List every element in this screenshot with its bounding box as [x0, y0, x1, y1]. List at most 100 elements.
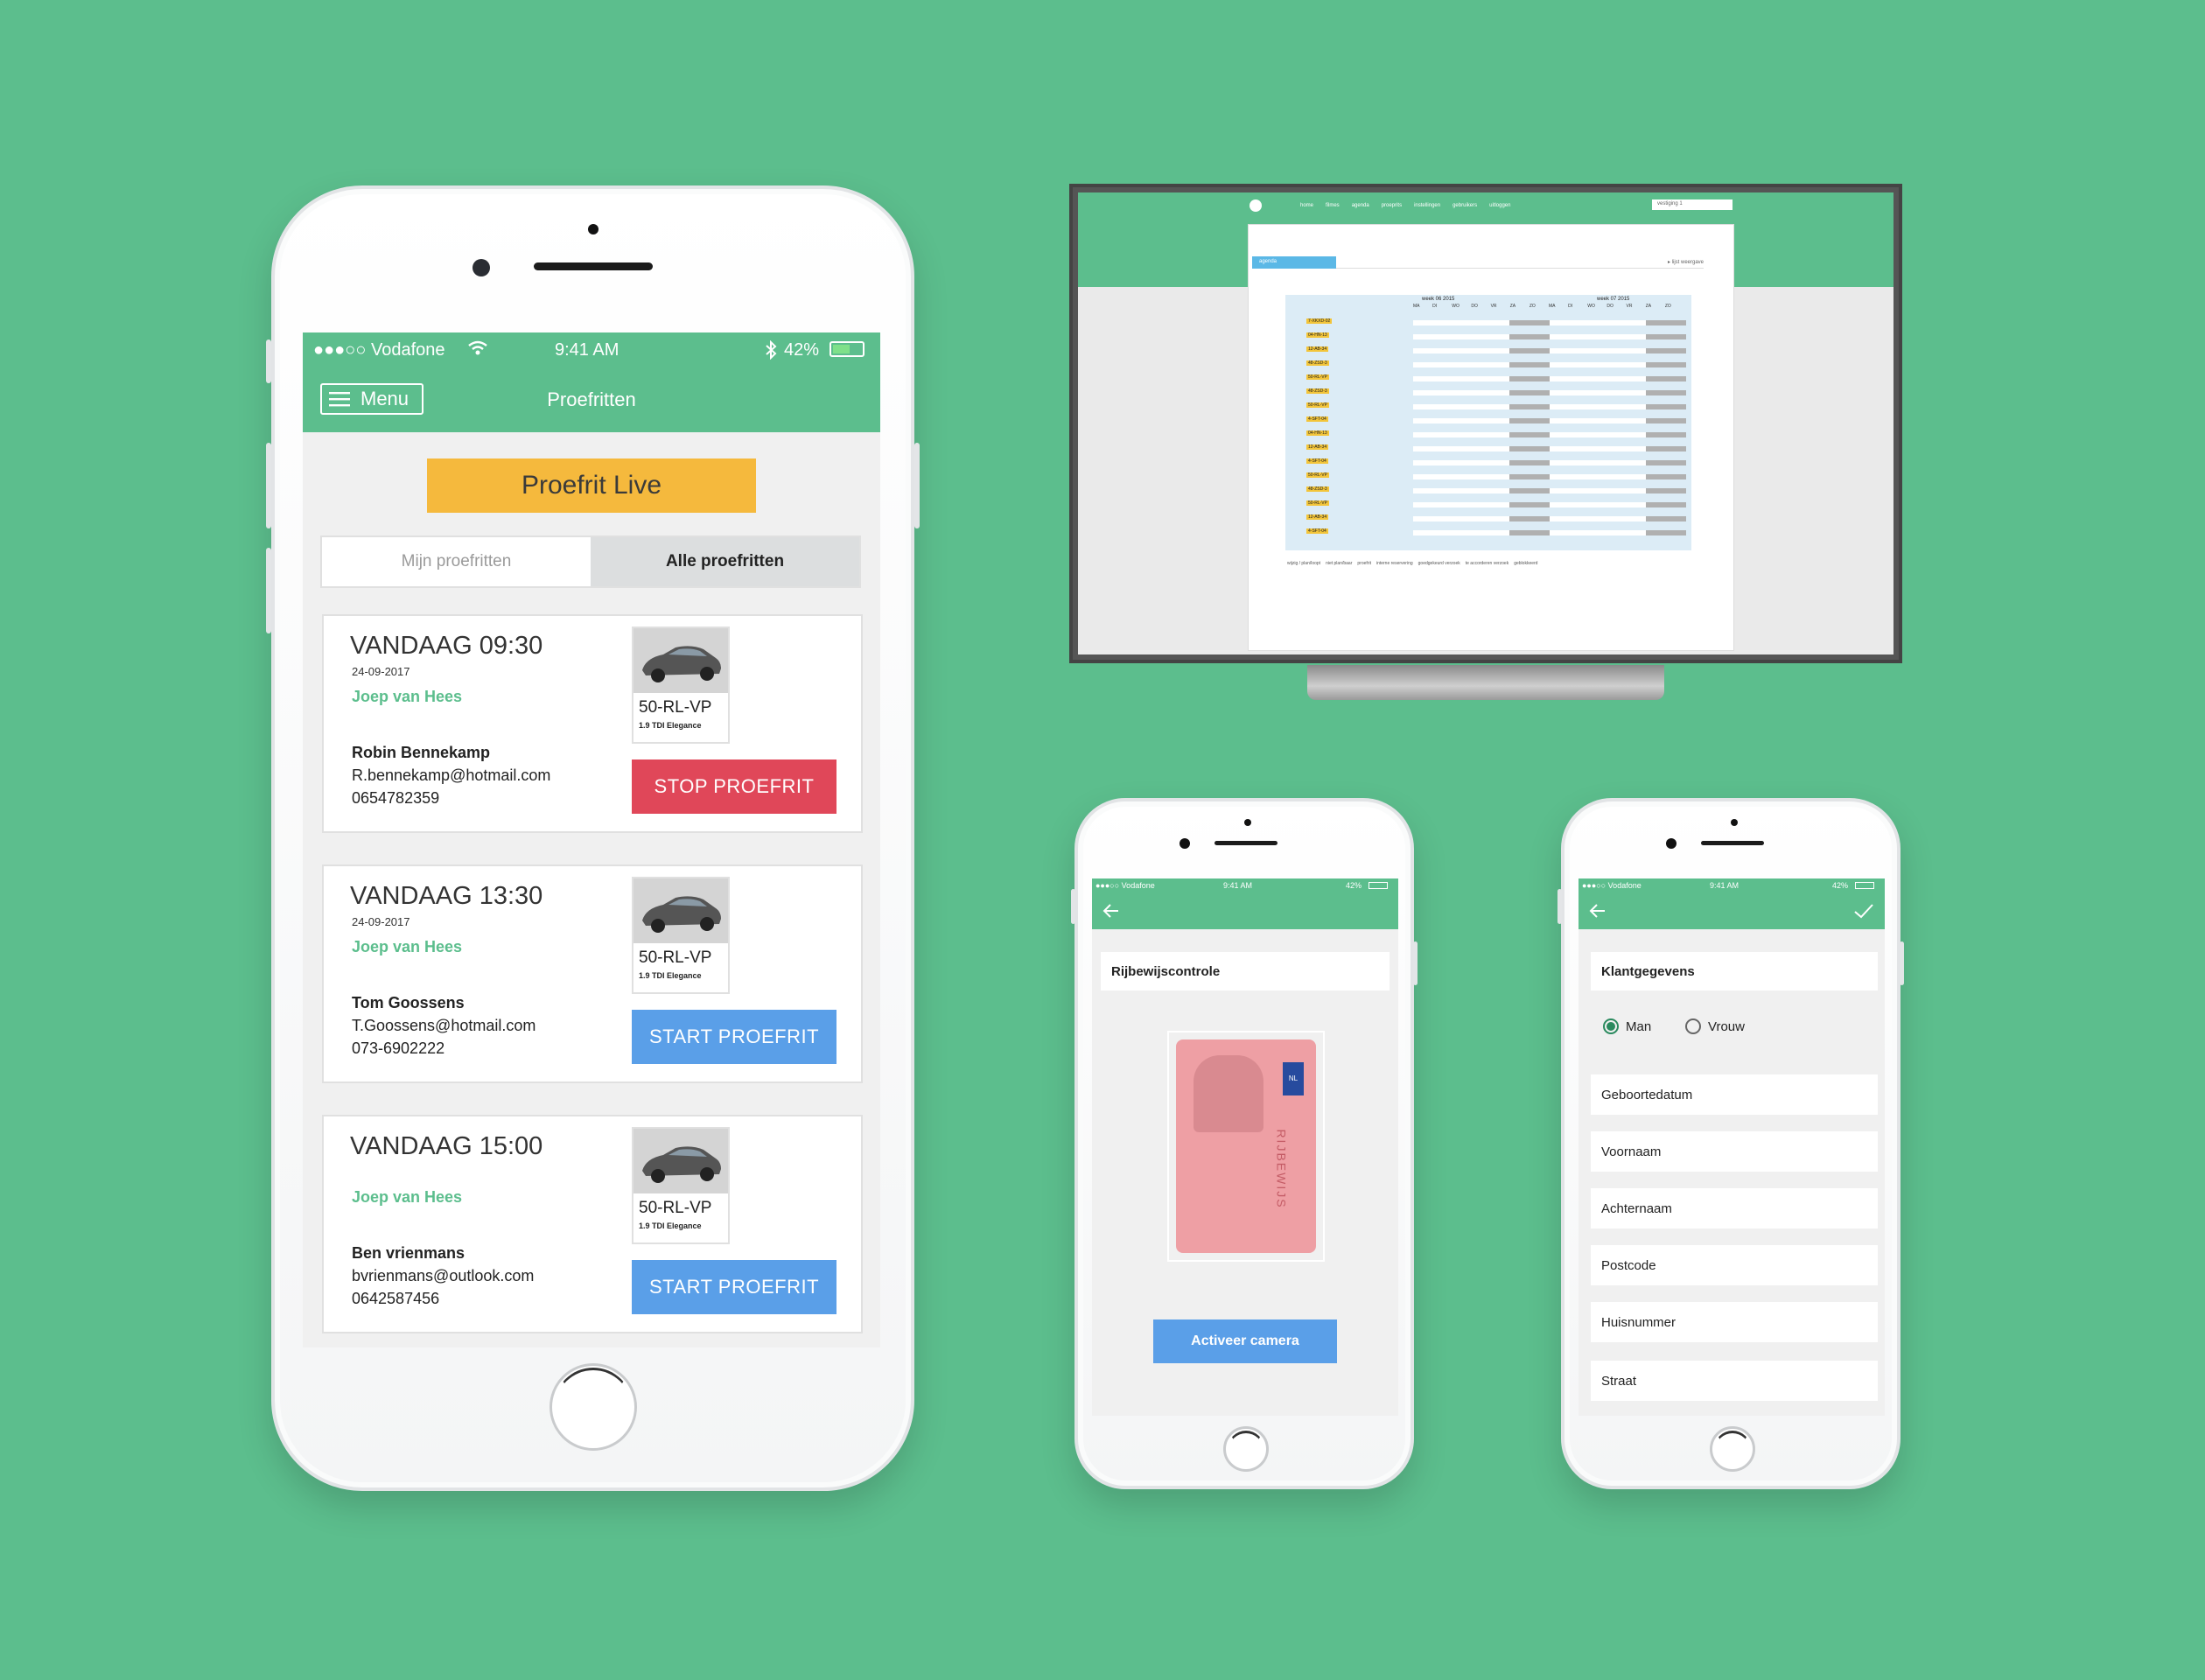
- tab-mijn-proefritten[interactable]: Mijn proefritten: [322, 537, 591, 586]
- schedule-row[interactable]: 4-SFT-04: [1285, 456, 1691, 470]
- weekend-block: [1509, 530, 1550, 536]
- earpiece-speaker: [534, 262, 653, 270]
- agenda-tab[interactable]: agenda: [1252, 256, 1336, 269]
- nav-home[interactable]: home: [1300, 203, 1313, 208]
- gender-option-vrouw[interactable]: Vrouw: [1685, 1018, 1745, 1034]
- weekend-block: [1509, 376, 1550, 382]
- schedule-row[interactable]: 50-RL-VP: [1285, 372, 1691, 386]
- side-button: [1071, 889, 1075, 924]
- schedule-row[interactable]: 12-AB-34: [1285, 442, 1691, 456]
- plate-label: 4-SFT-04: [1306, 416, 1328, 422]
- nav-agenda[interactable]: agenda: [1352, 203, 1369, 208]
- birthdate-field[interactable]: Geboortedatum: [1591, 1074, 1878, 1115]
- mute-button: [266, 548, 271, 634]
- schedule-row[interactable]: 50-RL-VP: [1285, 470, 1691, 484]
- activate-camera-button[interactable]: Activeer camera: [1153, 1320, 1337, 1363]
- plate-label: 50-RL-VP: [1306, 500, 1329, 506]
- car-image: [634, 878, 728, 943]
- tab-alle-proefritten[interactable]: Alle proefritten: [591, 537, 859, 586]
- gender-label: Vrouw: [1708, 1018, 1745, 1034]
- nav-instellingen[interactable]: instellingen: [1414, 203, 1440, 208]
- house-number-field[interactable]: Huisnummer: [1591, 1302, 1878, 1342]
- day-label: ZA: [1509, 304, 1516, 309]
- desktop-nav: home filmes agenda proeprits instellinge…: [1300, 203, 1510, 208]
- schedule-row[interactable]: 12-AB-34: [1285, 344, 1691, 358]
- schedule-row[interactable]: 48-ZSD-3: [1285, 484, 1691, 498]
- plate-label: 50-RL-VP: [1306, 402, 1329, 408]
- day-label: DI: [1568, 304, 1573, 309]
- schedule-row[interactable]: 4-SFT-04: [1285, 414, 1691, 428]
- license-plate: 50-RL-VP: [639, 948, 712, 967]
- volume-up-button: [266, 340, 271, 383]
- stop-proefrit-button[interactable]: STOP PROEFRIT: [632, 760, 836, 814]
- home-button[interactable]: [550, 1363, 637, 1451]
- back-arrow-icon[interactable]: [1589, 903, 1606, 919]
- list-view-toggle[interactable]: ▸ lijst weergave: [1336, 256, 1704, 269]
- home-button[interactable]: [1223, 1426, 1269, 1472]
- nav-proeprits[interactable]: proeprits: [1382, 203, 1402, 208]
- clock-label: 9:41 AM: [555, 340, 620, 360]
- schedule-rows: 7-XKXD-02 04-HN-13 12-AB-34 48-ZSD-3 50-RL-V…: [1285, 316, 1691, 540]
- first-name-field[interactable]: Voornaam: [1591, 1131, 1878, 1172]
- schedule-row[interactable]: 48-ZSD-3: [1285, 358, 1691, 372]
- start-proefrit-button[interactable]: START PROEFRIT: [632, 1260, 836, 1314]
- trip-time: VANDAAG 13:30: [350, 882, 543, 910]
- proefrit-live-button[interactable]: Proefrit Live: [427, 458, 756, 513]
- customer-phone: 073-6902222: [352, 1040, 445, 1057]
- trip-date: 24-09-2017: [352, 915, 410, 928]
- gender-option-man[interactable]: Man: [1603, 1018, 1651, 1034]
- postcode-field[interactable]: Postcode: [1591, 1245, 1878, 1285]
- trip-card[interactable]: VANDAAG 09:30 24-09-2017 Joep van Hees R…: [322, 614, 863, 833]
- customer-email: T.Goossens@hotmail.com: [352, 1017, 536, 1034]
- schedule-row[interactable]: 50-RL-VP: [1285, 498, 1691, 512]
- weekend-block: [1509, 488, 1550, 494]
- customer-name: Tom Goossens: [352, 994, 465, 1012]
- weekend-block: [1646, 474, 1686, 480]
- weekend-block: [1646, 418, 1686, 424]
- schedule-row[interactable]: 50-RL-VP: [1285, 400, 1691, 414]
- weekend-block: [1646, 348, 1686, 354]
- weekend-block: [1509, 432, 1550, 438]
- battery-percent: 42%: [1346, 881, 1362, 890]
- car-model: 1.9 TDI Elegance: [639, 721, 702, 730]
- legend-entry: goedgekeurd verzoek: [1418, 561, 1460, 566]
- car-thumbnail: 50-RL-VP 1.9 TDI Elegance: [632, 1127, 730, 1244]
- customer-name: Robin Bennekamp: [352, 744, 491, 761]
- legend-entry: interne reservering: [1376, 561, 1413, 566]
- trip-card[interactable]: VANDAAG 15:00 Joep van Hees Ben vrienman…: [322, 1115, 863, 1334]
- schedule-row[interactable]: 7-XKXD-02: [1285, 316, 1691, 330]
- plate-label: 48-ZSD-3: [1306, 388, 1329, 394]
- last-name-field[interactable]: Achternaam: [1591, 1188, 1878, 1228]
- legend-entry: te accorderen verzoek: [1465, 561, 1509, 566]
- plate-label: 04-HN-13: [1306, 332, 1329, 338]
- customer-phone: ●●●○○ Vodafone 9:41 AM 42% Klantgegevens…: [1558, 798, 1904, 1489]
- nav-filmes[interactable]: filmes: [1326, 203, 1340, 208]
- monitor-stand: [1307, 665, 1664, 700]
- customer-phone: 0642587456: [352, 1290, 440, 1307]
- checkmark-icon[interactable]: [1853, 903, 1874, 919]
- proximity-sensor: [472, 259, 490, 276]
- weekend-block: [1646, 502, 1686, 508]
- radio-unselected-icon: [1685, 1018, 1701, 1034]
- day-label: ZO: [1664, 304, 1671, 309]
- plate-label: 4-SFT-04: [1306, 528, 1328, 534]
- nav-uitloggen[interactable]: uitloggen: [1489, 203, 1510, 208]
- schedule-row[interactable]: 04-HN-13: [1285, 428, 1691, 442]
- schedule-row[interactable]: 48-ZSD-3: [1285, 386, 1691, 400]
- schedule-row[interactable]: 4-SFT-04: [1285, 526, 1691, 540]
- schedule-row[interactable]: 04-HN-13: [1285, 330, 1691, 344]
- trip-time: VANDAAG 09:30: [350, 632, 543, 660]
- street-field[interactable]: Straat: [1591, 1361, 1878, 1401]
- battery-icon: [1368, 882, 1388, 889]
- back-arrow-icon[interactable]: [1102, 903, 1120, 919]
- nav-gebruikers[interactable]: gebruikers: [1452, 203, 1477, 208]
- section-title: Klantgegevens: [1591, 952, 1878, 990]
- day-label: DI: [1432, 304, 1438, 309]
- trip-card[interactable]: VANDAAG 13:30 24-09-2017 Joep van Hees T…: [322, 864, 863, 1083]
- weekend-block: [1646, 390, 1686, 396]
- home-button[interactable]: [1710, 1426, 1755, 1472]
- location-select[interactable]: vestiging 1: [1652, 200, 1732, 210]
- legend: wijzig / plan/loopt niet plan/baar proefri…: [1287, 561, 1537, 566]
- start-proefrit-button[interactable]: START PROEFRIT: [632, 1010, 836, 1064]
- schedule-row[interactable]: 12-AB-34: [1285, 512, 1691, 526]
